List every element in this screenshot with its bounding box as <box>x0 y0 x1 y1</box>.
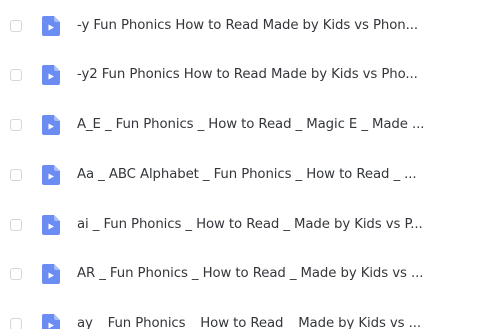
file-name[interactable]: ai _ Fun Phonics _ How to Read _ Made by… <box>77 215 477 235</box>
file-row[interactable]: Aa _ ABC Alphabet _ Fun Phonics _ How to… <box>0 160 490 190</box>
video-file-icon <box>42 115 60 135</box>
file-name[interactable]: Aa _ ABC Alphabet _ Fun Phonics _ How to… <box>77 165 477 185</box>
file-row[interactable]: -y2 Fun Phonics How to Read Made by Kids… <box>0 60 490 90</box>
row-checkbox[interactable] <box>10 69 22 81</box>
row-checkbox[interactable] <box>10 219 22 231</box>
row-checkbox[interactable] <box>10 268 22 280</box>
file-name[interactable]: AR _ Fun Phonics _ How to Read _ Made by… <box>77 264 477 284</box>
file-name[interactable]: -y2 Fun Phonics How to Read Made by Kids… <box>77 65 477 85</box>
row-checkbox[interactable] <box>10 20 22 32</box>
video-file-icon <box>42 165 60 185</box>
row-checkbox[interactable] <box>10 119 22 131</box>
video-file-icon <box>42 16 60 36</box>
file-row[interactable]: -y Fun Phonics How to Read Made by Kids … <box>0 11 490 41</box>
row-checkbox[interactable] <box>10 169 22 181</box>
file-list: -y Fun Phonics How to Read Made by Kids … <box>0 0 490 329</box>
video-file-icon <box>42 314 60 329</box>
video-file-icon <box>42 65 60 85</box>
file-row[interactable]: ai _ Fun Phonics _ How to Read _ Made by… <box>0 210 490 240</box>
file-name[interactable]: A_E _ Fun Phonics _ How to Read _ Magic … <box>77 115 477 135</box>
file-name[interactable]: ay _ Fun Phonics _ How to Read _ Made by… <box>77 314 477 329</box>
row-checkbox[interactable] <box>10 318 22 329</box>
file-row[interactable]: ay _ Fun Phonics _ How to Read _ Made by… <box>0 309 490 329</box>
file-name[interactable]: -y Fun Phonics How to Read Made by Kids … <box>77 16 477 36</box>
video-file-icon <box>42 264 60 284</box>
file-row[interactable]: AR _ Fun Phonics _ How to Read _ Made by… <box>0 259 490 289</box>
video-file-icon <box>42 215 60 235</box>
file-row[interactable]: A_E _ Fun Phonics _ How to Read _ Magic … <box>0 110 490 140</box>
